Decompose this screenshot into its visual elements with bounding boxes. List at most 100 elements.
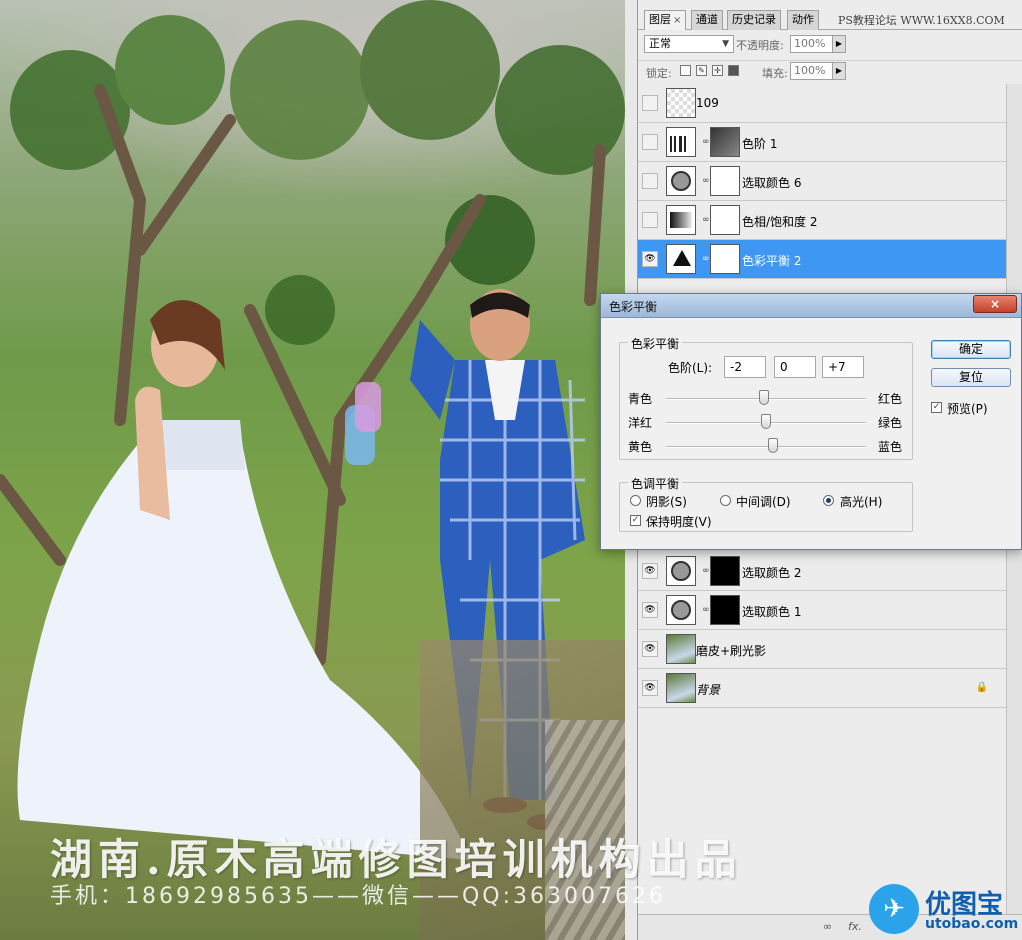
layer-row[interactable]: 👁 ∞ 选取颜色 1 (638, 591, 1006, 630)
layer-thumbnail (666, 634, 696, 664)
layer-row[interactable]: ∞ 色阶 1 (638, 123, 1006, 162)
lock-pixels-icon[interactable]: ✎ (696, 65, 707, 76)
tab-channels-label: 通道 (696, 13, 718, 26)
highlights-radio[interactable] (823, 495, 834, 506)
midtones-radio[interactable] (720, 495, 731, 506)
layer-row-selected[interactable]: 👁 ∞ 色彩平衡 2 (638, 240, 1006, 279)
layer-name: 背景 (696, 683, 721, 697)
layer-row[interactable]: 👁 磨皮+刷光影 (638, 630, 1006, 669)
fx-icon[interactable]: fx. (848, 920, 862, 933)
eye-icon[interactable]: 👁 (642, 602, 658, 618)
eye-icon[interactable]: 👁 (642, 251, 658, 267)
tab-layers-label: 图层 (649, 13, 671, 26)
tone-balance-group-title: 色调平衡 (628, 475, 683, 492)
yellow-blue-slider[interactable]: 黄色 蓝色 (628, 436, 908, 456)
layer-mask-thumbnail (710, 244, 740, 274)
logo-url: utobao.com (925, 916, 1019, 932)
selective-color-icon (666, 556, 696, 586)
slider-left-label: 黄色 (628, 440, 653, 454)
eye-icon[interactable]: 👁 (642, 563, 658, 579)
link-icon: ∞ (702, 605, 710, 615)
reset-button[interactable]: 复位 (931, 368, 1011, 387)
slider-knob[interactable] (768, 438, 778, 453)
tab-layers[interactable]: 图层 × (644, 10, 687, 30)
visibility-toggle[interactable] (642, 212, 658, 228)
link-icon: ∞ (702, 215, 710, 225)
color-balance-group-title: 色彩平衡 (628, 335, 683, 352)
highlights-label: 高光(H) (840, 495, 883, 509)
slider-knob[interactable] (759, 390, 769, 405)
layer-name: 109 (696, 96, 719, 110)
close-button[interactable]: × (973, 295, 1017, 313)
link-icon: ∞ (702, 137, 710, 147)
link-layers-icon[interactable]: ∞ (823, 920, 832, 933)
tone-balance-group: 色调平衡 阴影(S) 中间调(D) 高光(H) ✓ 保持明度(V) (619, 475, 913, 532)
level-magenta-green-input[interactable]: 0 (774, 356, 816, 378)
link-icon: ∞ (702, 176, 710, 186)
layer-row[interactable]: 👁 ∞ 选取颜色 2 (638, 552, 1006, 591)
layer-row[interactable]: 👁 背景 🔒 (638, 669, 1006, 708)
lock-position-icon[interactable]: ✛ (712, 65, 723, 76)
layer-name: 色彩平衡 2 (742, 254, 802, 268)
ok-button[interactable]: 确定 (931, 340, 1011, 359)
layer-mask-thumbnail (710, 595, 740, 625)
visibility-toggle[interactable] (642, 134, 658, 150)
slider-track[interactable] (666, 446, 866, 448)
level-cyan-red-input[interactable]: -2 (724, 356, 766, 378)
preserve-luminosity-checkbox[interactable]: ✓ (630, 515, 641, 526)
slider-left-label: 洋红 (628, 416, 653, 430)
visibility-toggle[interactable] (642, 95, 658, 111)
lock-all-icon[interactable] (728, 65, 739, 76)
layer-row[interactable]: ∞ 色相/饱和度 2 (638, 201, 1006, 240)
hue-saturation-icon (666, 205, 696, 235)
lock-transparency-icon[interactable] (680, 65, 691, 76)
layer-thumbnail (666, 88, 696, 118)
eye-icon[interactable]: 👁 (642, 680, 658, 696)
preview-label: 预览(P) (947, 402, 988, 416)
layer-mask-thumbnail (710, 166, 740, 196)
wedding-photo (0, 0, 625, 940)
slider-knob[interactable] (761, 414, 771, 429)
studio-watermark-contact: 手机：18692985635——微信——QQ:363007626 (50, 884, 666, 909)
layer-mask-thumbnail (710, 127, 740, 157)
shadows-radio[interactable] (630, 495, 641, 506)
tab-actions-label: 动作 (792, 13, 814, 26)
level-yellow-blue-input[interactable]: +7 (822, 356, 864, 378)
selective-color-icon (666, 166, 696, 196)
layer-name: 选取颜色 2 (742, 566, 802, 580)
forum-watermark: PS教程论坛 WWW.16XX8.COM (838, 14, 1005, 27)
blend-mode-value: 正常 (649, 37, 671, 50)
selective-color-icon (666, 595, 696, 625)
blend-mode-select[interactable]: 正常 ▼ (644, 35, 734, 53)
preview-checkbox[interactable]: ✓ (931, 402, 942, 413)
dialog-titlebar[interactable]: 色彩平衡 × (601, 294, 1021, 318)
lock-row: 锁定: ✎ ✛ 填充: 100% ▶ (638, 60, 1022, 82)
opacity-arrow-icon[interactable]: ▶ (832, 35, 846, 53)
color-balance-group: 色彩平衡 色阶(L): -2 0 +7 青色 红色 洋红 绿色 黄色 蓝色 (619, 335, 913, 460)
tab-history[interactable]: 历史记录 (727, 10, 781, 30)
close-tab-icon[interactable]: × (673, 15, 681, 26)
layer-name: 色相/饱和度 2 (742, 215, 818, 229)
link-icon: ∞ (702, 566, 710, 576)
dialog-title: 色彩平衡 (609, 300, 658, 314)
magenta-green-slider[interactable]: 洋红 绿色 (628, 412, 908, 432)
midtones-label: 中间调(D) (736, 495, 791, 509)
tab-channels[interactable]: 通道 (691, 10, 723, 30)
layer-name: 磨皮+刷光影 (696, 644, 767, 658)
layer-mask-thumbnail (710, 556, 740, 586)
layer-name: 选取颜色 6 (742, 176, 802, 190)
fill-arrow-icon[interactable]: ▶ (832, 62, 846, 80)
shadows-label: 阴影(S) (646, 495, 687, 509)
layer-row[interactable]: 109 (638, 84, 1006, 123)
slider-right-label: 蓝色 (878, 440, 903, 454)
utobao-logo: ✈ 优图宝 utobao.com (865, 878, 1020, 938)
eye-icon[interactable]: 👁 (642, 641, 658, 657)
tab-history-label: 历史记录 (732, 13, 776, 26)
tab-actions[interactable]: 动作 (787, 10, 819, 30)
cyan-red-slider[interactable]: 青色 红色 (628, 388, 908, 408)
opacity-label: 不透明度: (736, 39, 784, 52)
visibility-toggle[interactable] (642, 173, 658, 189)
layer-row[interactable]: ∞ 选取颜色 6 (638, 162, 1006, 201)
panel-tabs: 图层 × 通道 历史记录 动作 PS教程论坛 WWW.16XX8.COM (638, 8, 1022, 30)
bird-icon: ✈ (869, 884, 919, 934)
